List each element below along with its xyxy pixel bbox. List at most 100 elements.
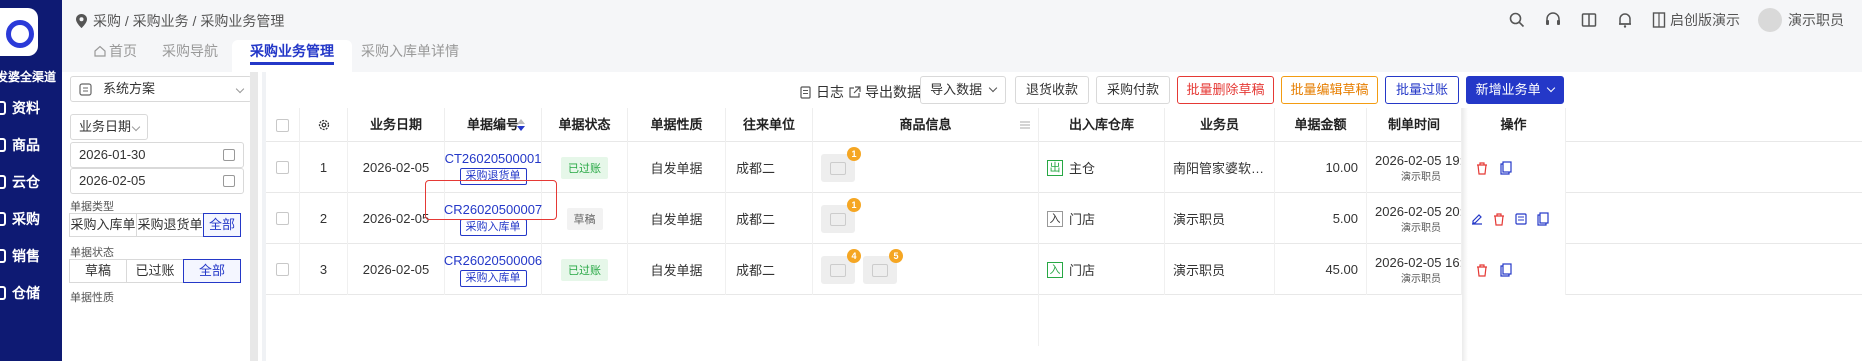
copy-icon[interactable] [1536,211,1550,226]
delete-icon[interactable] [1475,161,1489,175]
batch-post-button[interactable]: 批量过账 [1385,76,1459,104]
row-doc-no-cell: CR26020500007 采购入库单 [444,193,542,244]
date-from-input[interactable]: 2026-01-30 [70,142,244,168]
direction-tag: 入 [1047,210,1063,227]
row-created-cell: 2026-02-05 16:0 演示职员 [1367,244,1462,295]
add-document-button[interactable]: 新增业务单 [1466,76,1564,104]
col-staff: 业务员 [1165,108,1275,142]
column-settings-cell [300,108,348,142]
delete-icon[interactable] [1492,212,1506,226]
post-icon[interactable] [1514,212,1528,226]
breadcrumb-text: 采购 / 采购业务 / 采购业务管理 [93,13,285,29]
sort-icon[interactable] [517,119,525,131]
menu-icon[interactable] [1020,120,1030,130]
location-pin-icon [76,14,87,28]
status-draft[interactable]: 草稿 [69,259,127,283]
row-nature: 自发单据 [628,193,726,244]
gear-icon[interactable] [317,118,331,132]
doc-type-inbound[interactable]: 采购入库单 [69,213,137,237]
quantity-badge: 4 [847,248,861,263]
pay-button[interactable]: 采购付款 [1096,76,1170,104]
row-ops-cell [1462,142,1566,193]
created-time: 2026-02-05 20:1 [1375,203,1462,219]
nav-item-purchase[interactable]: 采购 [0,209,40,229]
col-status: 单据状态 [542,108,628,142]
tab-purchase-mgmt[interactable]: 采购业务管理 [232,40,352,72]
calendar-icon [223,149,235,161]
doc-type-segment: 采购入库单 采购退货单 全部 [69,213,241,237]
quantity-badge: 1 [847,197,861,212]
log-icon [800,85,811,99]
table-row: 3 2026-02-05 CR26020500006 采购入库单 已过账 自发单据… [266,244,1862,295]
copy-icon[interactable] [1499,160,1513,175]
select-all-checkbox[interactable] [276,118,289,132]
table-header: 业务日期 单据编号 单据状态 单据性质 往来单位 商品信息 出入库仓库 业务员 … [266,108,1862,142]
scheme-icon [79,83,92,96]
status-posted[interactable]: 已过账 [126,259,184,283]
import-button[interactable]: 导入数据 [920,76,1006,104]
row-doc-no-cell: CR26020500006 采购入库单 [444,244,542,295]
doc-type-return[interactable]: 采购退货单 [136,213,204,237]
doc-no-link[interactable]: CR26020500006 [444,253,542,268]
edit-icon[interactable] [1470,212,1484,226]
quantity-badge: 1 [847,146,861,161]
tab-purchase-nav[interactable]: 采购导航 [144,40,236,72]
batch-edit-draft-button[interactable]: 批量编辑草稿 [1281,76,1378,104]
goods-thumbnail[interactable]: 4 [821,248,861,284]
delete-icon[interactable] [1475,263,1489,277]
edition-label: 启创版演示 [1670,12,1740,28]
filter-scrollbar[interactable] [250,72,258,361]
avatar [1758,8,1782,32]
doc-status-label: 单据状态 [70,247,114,259]
refund-button[interactable]: 退货收款 [1015,76,1089,104]
nav-item-goods[interactable]: 商品 [0,135,40,155]
row-ops-cell [1462,244,1566,295]
row-goods-cell: 1 [813,142,1039,193]
batch-delete-draft-button[interactable]: 批量删除草稿 [1177,76,1274,104]
row-amount: 45.00 [1275,244,1367,295]
copy-icon[interactable] [1499,262,1513,277]
row-index: 2 [300,193,348,244]
log-link[interactable]: 日志 [799,82,844,102]
doc-no-link[interactable]: CR26020500007 [444,202,542,217]
direction-tag: 出 [1047,159,1063,176]
bell-icon[interactable] [1616,11,1634,29]
nav-item-storage[interactable]: 仓储 [0,283,40,303]
row-checkbox[interactable] [276,212,289,225]
status-all[interactable]: 全部 [183,259,241,283]
row-status-cell: 草稿 [542,193,628,244]
search-icon[interactable] [1508,11,1526,29]
customer-service-icon[interactable] [1544,11,1562,29]
col-doc-no[interactable]: 单据编号 [445,108,542,142]
nav-item-cloud[interactable]: 云仓 [0,172,40,192]
scheme-select[interactable]: 系统方案 [70,76,252,102]
doc-type-all[interactable]: 全部 [203,213,241,237]
goods-thumbnail[interactable]: 1 [821,146,861,182]
date-field-select[interactable]: 业务日期 [70,114,148,140]
edition-switch[interactable]: 启创版演示 [1652,10,1740,30]
goods-thumbnail[interactable]: 1 [821,197,861,233]
creator: 演示职员 [1401,273,1441,285]
nav-item-data[interactable]: 资料 [0,98,40,118]
app-logo[interactable] [0,8,38,56]
menu-icon [0,212,6,226]
col-warehouse: 出入库仓库 [1039,108,1165,142]
row-created-cell: 2026-02-05 19:4 演示职员 [1367,142,1462,193]
row-warehouse-cell: 入门店 [1039,244,1165,295]
row-nature: 自发单据 [628,244,726,295]
doc-no-link[interactable]: CT26020500001 [445,151,542,166]
export-link[interactable]: 导出数据 [848,82,921,102]
user-menu[interactable]: 演示职员 [1758,8,1844,32]
table-row: 1 2026-02-05 CT26020500001 采购退货单 已过账 自发单据… [266,142,1862,193]
book-icon[interactable] [1580,11,1598,29]
row-date: 2026-02-05 [348,193,445,244]
date-to-input[interactable]: 2026-02-05 [70,168,244,194]
row-checkbox[interactable] [276,263,289,276]
menu-icon [0,249,6,263]
row-partner: 成都二 [726,244,813,295]
tab-inbound-detail[interactable]: 采购入库单详情 [343,40,477,72]
goods-thumbnail[interactable]: 5 [863,248,903,284]
nav-item-sales[interactable]: 销售 [0,246,40,266]
row-checkbox[interactable] [276,161,289,174]
row-checkbox-cell [266,244,300,295]
